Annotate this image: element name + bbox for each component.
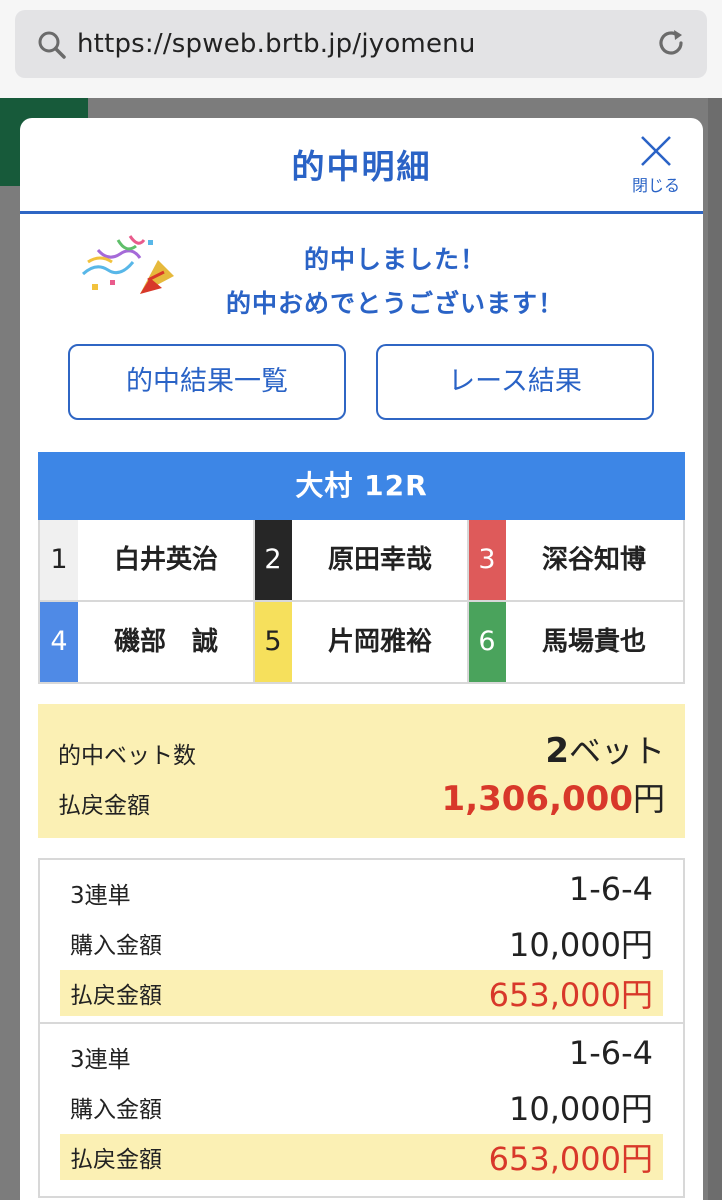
bet-type: 3連単: [70, 883, 131, 909]
racer-name-4: 磯部 誠: [113, 627, 218, 657]
racer-4: 4 磯部 誠: [40, 602, 254, 682]
reload-icon[interactable]: [655, 27, 687, 59]
bet-payout-row: 払戻金額 653,000円: [60, 1134, 663, 1180]
bet-payout-row: 払戻金額 653,000円: [60, 970, 663, 1016]
grid-divider: [253, 520, 255, 682]
search-icon: [38, 31, 66, 59]
payout-total: 1,306,000円: [442, 774, 665, 820]
hit-bets-label: 的中ベット数: [58, 743, 196, 769]
racer-3: 3 深谷知博: [468, 520, 682, 600]
modal-header: 的中明細 閉じる: [20, 118, 703, 214]
purchase-row: 購入金額 10,000円: [60, 1084, 663, 1130]
browser-toolbar: https://spweb.brtb.jp/jyomenu: [0, 0, 722, 98]
racer-number-6: 6: [468, 602, 506, 682]
url-field[interactable]: https://spweb.brtb.jp/jyomenu: [15, 10, 707, 78]
racer-number-2: 2: [254, 520, 292, 600]
modal-title: 的中明細: [291, 147, 432, 186]
racer-number-4: 4: [40, 602, 78, 682]
hit-bets-count: 2: [545, 731, 569, 771]
racer-name-1: 白井英治: [113, 545, 218, 575]
bet-type-row: 3連単 1-6-4: [60, 1034, 663, 1080]
bet-list: 3連単 1-6-4 購入金額 10,000円 払戻金額 653,000円 3連単…: [38, 858, 685, 1198]
url-text: https://spweb.brtb.jp/jyomenu: [77, 29, 476, 59]
payout-unit: 円: [632, 780, 665, 818]
bet-payout-label: 払戻金額: [70, 983, 162, 1009]
payout-summary: 的中ベット数 2ベット 払戻金額 1,306,000円: [38, 704, 685, 838]
close-label: 閉じる: [631, 176, 680, 195]
purchase-row: 購入金額 10,000円: [60, 920, 663, 966]
hit-detail-modal: 的中明細 閉じる 的中しました！ 的中おめでとうございます！ 的中結果一覧 レー…: [20, 118, 703, 1200]
race-title: 大村 12R: [38, 452, 685, 520]
racer-name-3: 深谷知博: [541, 545, 646, 575]
purchase-amount: 10,000円: [509, 926, 653, 964]
bet-item: 3連単 1-6-4 購入金額 10,000円 払戻金額 653,000円: [40, 866, 683, 1030]
racer-name-5: 片岡雅裕: [327, 627, 432, 657]
racer-grid: 1 白井英治 2 原田幸哉 3 深谷知博 4 磯部 誠 5 片岡雅裕 6 馬場貴…: [38, 520, 685, 684]
racer-1: 1 白井英治: [40, 520, 254, 600]
racer-number-5: 5: [254, 602, 292, 682]
bet-combo: 1-6-4: [568, 870, 653, 908]
congrats-text: 的中しました！ 的中おめでとうございます！: [185, 238, 605, 326]
race-result-button[interactable]: レース結果: [376, 344, 654, 420]
close-icon: [641, 136, 671, 166]
close-button[interactable]: 閉じる: [623, 134, 689, 198]
grid-divider: [40, 600, 683, 602]
purchase-label: 購入金額: [70, 1097, 162, 1123]
background-strip: [708, 98, 722, 1200]
racer-number-1: 1: [40, 520, 78, 600]
bet-type-row: 3連単 1-6-4: [60, 870, 663, 916]
bet-payout-amount: 653,000円: [488, 1140, 653, 1178]
congrats-line-1: 的中しました！: [303, 245, 486, 274]
purchase-label: 購入金額: [70, 933, 162, 959]
hit-bets-unit: ベット: [568, 732, 665, 770]
bet-combo: 1-6-4: [568, 1034, 653, 1072]
racer-name-6: 馬場貴也: [541, 627, 646, 657]
bet-type: 3連単: [70, 1047, 131, 1073]
purchase-amount: 10,000円: [509, 1090, 653, 1128]
racer-6: 6 馬場貴也: [468, 602, 682, 682]
bet-payout-label: 払戻金額: [70, 1147, 162, 1173]
bet-divider: [40, 1022, 683, 1024]
party-popper-icon: [81, 235, 174, 294]
racer-name-2: 原田幸哉: [327, 545, 432, 575]
racer-2: 2 原田幸哉: [254, 520, 468, 600]
grid-divider: [467, 520, 469, 682]
action-buttons: 的中結果一覧 レース結果: [20, 336, 703, 428]
congrats-line-2: 的中おめでとうございます！: [225, 289, 564, 318]
bet-payout-amount: 653,000円: [488, 976, 653, 1014]
hit-bets-value: 2ベット: [545, 726, 665, 772]
racer-number-3: 3: [468, 520, 506, 600]
racer-5: 5 片岡雅裕: [254, 602, 468, 682]
bet-item: 3連単 1-6-4 購入金額 10,000円 払戻金額 653,000円: [40, 1030, 683, 1194]
congrats-section: 的中しました！ 的中おめでとうございます！: [20, 214, 703, 336]
payout-amount: 1,306,000: [441, 779, 633, 819]
payout-label: 払戻金額: [58, 793, 150, 819]
hit-list-button[interactable]: 的中結果一覧: [68, 344, 346, 420]
